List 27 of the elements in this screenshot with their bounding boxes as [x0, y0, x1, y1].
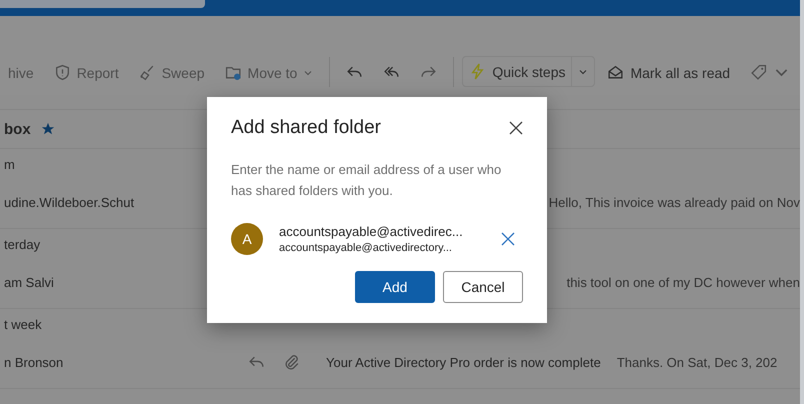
message-preview: Hello, This invoice was already paid on Nov: [548, 194, 800, 210]
user-email: accountspayable@activedirectory...: [279, 242, 453, 254]
avatar: A: [231, 223, 263, 255]
dialog-description: Enter the name or email address of a user who has shared folders with you.: [231, 161, 502, 200]
close-icon[interactable]: [509, 121, 523, 135]
group-header: t week: [4, 317, 42, 332]
remove-icon[interactable]: [501, 232, 515, 246]
lightning-icon: [469, 63, 486, 80]
message-preview: Thanks. On Sat, Dec 3, 202: [616, 354, 778, 370]
message-subject: Your Active Directory Pro order is now complete: [326, 354, 601, 370]
broom-icon: [138, 64, 156, 81]
user-name: accountspayable@activedirec...: [279, 224, 464, 239]
sender-name: n Bronson: [4, 354, 64, 370]
add-button[interactable]: Add: [355, 271, 435, 303]
mark-all-read-button[interactable]: Mark all as read: [599, 58, 738, 87]
sender-name: udine.Wildeboer.Schut: [4, 194, 134, 210]
tag-icon: [750, 64, 768, 81]
folder-title: box: [4, 120, 31, 138]
group-header: terday: [4, 237, 40, 252]
folder-icon: [224, 64, 242, 81]
sender-name: am Salvi: [4, 274, 54, 290]
dialog-title: Add shared folder: [231, 117, 381, 139]
envelope-icon: [607, 64, 624, 81]
cancel-button[interactable]: Cancel: [443, 271, 523, 303]
message-preview: this tool on one of my DC however when: [566, 274, 800, 290]
group-header: m: [4, 157, 15, 172]
shield-icon: [54, 64, 71, 81]
